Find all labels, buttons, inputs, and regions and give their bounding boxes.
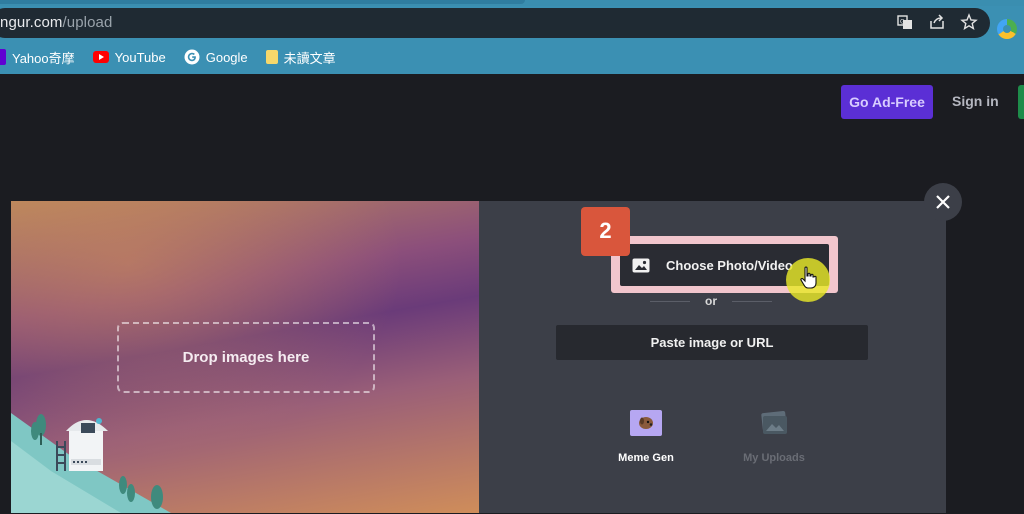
bookmark-google[interactable]: Google — [184, 49, 248, 65]
url-path: /upload — [62, 14, 113, 31]
tool-label: Meme Gen — [618, 452, 674, 464]
bookmark-label: 未讀文章 — [283, 50, 336, 66]
yahoo-icon — [0, 49, 6, 65]
observatory-illustration — [11, 413, 171, 513]
sign-in-link[interactable]: Sign in — [952, 93, 999, 109]
sign-up-button-edge[interactable] — [1018, 85, 1024, 119]
share-icon[interactable] — [928, 13, 946, 31]
bookmarks-bar: Yahoo奇摩 YouTube Google 未讀文章 — [0, 40, 1024, 74]
go-ad-free-button[interactable]: Go Ad-Free — [841, 85, 933, 119]
or-divider: or — [650, 294, 772, 310]
image-icon — [632, 258, 650, 272]
svg-text:G: G — [900, 19, 905, 26]
drop-label: Drop images here — [182, 349, 310, 366]
active-tab-edge — [0, 0, 525, 4]
bookmark-label: Google — [205, 49, 248, 65]
meme-gen-tool[interactable]: Meme Gen — [601, 410, 691, 464]
google-icon — [184, 49, 200, 65]
extension-icon[interactable] — [997, 19, 1017, 39]
choose-label: Choose Photo/Video — [666, 257, 793, 273]
bookmark-star-icon[interactable] — [960, 13, 978, 31]
close-icon — [936, 195, 950, 209]
folder-icon — [265, 50, 278, 64]
my-uploads-icon — [758, 410, 790, 436]
drop-area[interactable]: Drop images here — [11, 201, 479, 513]
bookmark-label: YouTube — [114, 49, 166, 65]
close-modal-button[interactable] — [924, 183, 962, 221]
bookmark-yahoo[interactable]: Yahoo奇摩 — [0, 48, 75, 67]
step-badge: 2 — [581, 207, 630, 256]
url-text[interactable]: ngur.com/upload — [0, 14, 112, 31]
bookmark-youtube[interactable]: YouTube — [92, 49, 166, 65]
youtube-icon — [92, 49, 109, 65]
meme-gen-icon — [630, 410, 662, 436]
drop-zone[interactable]: Drop images here — [117, 322, 375, 393]
browser-toolbar: ngur.com/upload G — [0, 6, 1024, 40]
paste-image-url-button[interactable]: Paste image or URL — [556, 325, 868, 360]
url-domain: ngur.com — [0, 14, 63, 31]
my-uploads-tool[interactable]: My Uploads — [729, 410, 819, 464]
tool-label: My Uploads — [743, 452, 805, 464]
address-bar[interactable]: ngur.com/upload G — [0, 8, 990, 38]
translate-icon[interactable]: G — [896, 13, 914, 31]
divider-line — [732, 301, 772, 302]
bookmark-unread[interactable]: 未讀文章 — [265, 48, 336, 67]
bookmark-label: Yahoo奇摩 — [12, 50, 75, 66]
hand-pointer-icon — [800, 266, 817, 289]
